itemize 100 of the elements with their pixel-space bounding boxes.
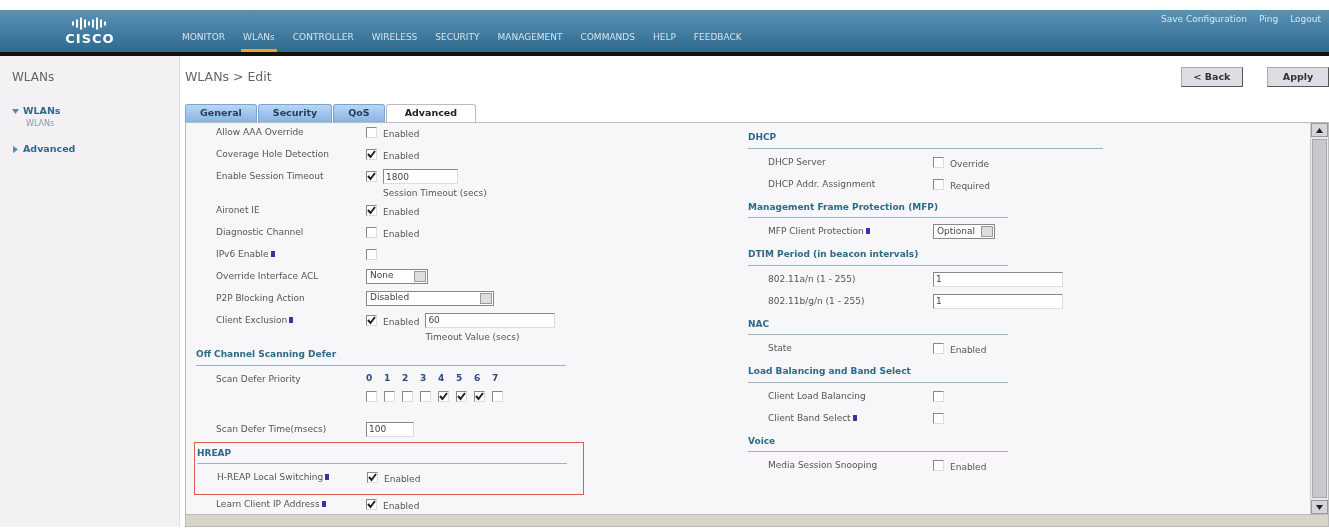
- section-heading: Off Channel Scanning Defer: [196, 344, 566, 366]
- checkbox[interactable]: [438, 391, 449, 402]
- sidebar-item-label: WLANs: [23, 104, 61, 118]
- checkbox-label: Required: [950, 179, 991, 193]
- field-caption: Timeout Value (secs): [425, 330, 521, 344]
- action-button[interactable]: < Back: [1181, 66, 1243, 88]
- checkbox[interactable]: [384, 391, 395, 402]
- field-label: Enable Session Timeout: [216, 170, 324, 183]
- field-label: Client Load Balancing: [768, 389, 866, 403]
- tab[interactable]: General: [185, 104, 257, 122]
- select-field[interactable]: Disabled: [366, 290, 494, 306]
- tab[interactable]: QoS: [333, 104, 385, 122]
- checkbox-label: Enabled: [384, 473, 421, 486]
- checkbox[interactable]: [366, 149, 377, 160]
- header-link[interactable]: Logout: [1290, 13, 1321, 30]
- checkbox[interactable]: [366, 314, 377, 326]
- checkbox[interactable]: [366, 248, 377, 260]
- checkbox[interactable]: [933, 390, 944, 402]
- input-field[interactable]: 1: [933, 293, 1063, 309]
- checkbox-label: Enabled: [950, 461, 987, 474]
- vertical-scrollbar[interactable]: [1310, 123, 1328, 514]
- menu-tab[interactable]: MONITOR: [180, 30, 228, 52]
- field-label: DHCP Addr. Assignment: [768, 177, 876, 191]
- checkbox-label: Enabled: [383, 150, 420, 163]
- field-label: Client Band Select: [768, 411, 851, 425]
- menu-tab[interactable]: WIRELESS: [369, 30, 420, 52]
- scroll-up-icon[interactable]: [1316, 127, 1323, 133]
- tab[interactable]: Security: [257, 104, 333, 122]
- field-label: Scan Defer Priority: [216, 372, 301, 386]
- checkbox[interactable]: [402, 391, 413, 402]
- field-label: Allow AAA Override: [216, 126, 304, 139]
- input-field[interactable]: 100: [366, 421, 414, 437]
- field-label: Learn Client IP Address: [216, 498, 320, 511]
- menu-tab[interactable]: HELP: [650, 30, 678, 52]
- checkbox-label: Enabled: [383, 500, 420, 513]
- menu-tab[interactable]: FEEDBACK: [691, 30, 744, 52]
- priority-number: 5: [456, 371, 464, 385]
- header-link[interactable]: Save Configuration: [1161, 13, 1247, 30]
- section-heading: NAC: [748, 313, 1008, 335]
- checkbox[interactable]: [492, 391, 503, 402]
- priority-number: 4: [438, 371, 446, 385]
- field-label: H-REAP Local Switching: [217, 471, 324, 484]
- select-field[interactable]: Optional: [933, 224, 995, 239]
- field-label: Override Interface ACL: [216, 269, 319, 283]
- field-label: MFP Client Protection: [768, 225, 864, 238]
- priority-number: 0: [366, 371, 374, 385]
- field-label: IPv6 Enable: [216, 247, 269, 261]
- priority-number: 2: [402, 371, 410, 385]
- action-button[interactable]: Apply: [1267, 66, 1329, 88]
- page-title: WLANs > Edit: [185, 67, 273, 86]
- checkbox[interactable]: [366, 499, 377, 510]
- sidebar-item[interactable]: Advanced: [12, 142, 179, 157]
- field-label: Diagnostic Channel: [216, 225, 304, 239]
- sidebar-subitem[interactable]: WLANs: [26, 119, 55, 129]
- checkbox[interactable]: [456, 391, 467, 402]
- priority-number: 3: [420, 371, 428, 385]
- checkbox[interactable]: [366, 204, 377, 216]
- field-label: DHCP Server: [768, 155, 826, 169]
- checkbox[interactable]: [366, 127, 377, 138]
- logo-text: CISCO: [65, 32, 115, 45]
- input-field[interactable]: 1: [933, 271, 1063, 287]
- checkbox[interactable]: [933, 343, 944, 354]
- priority-number: 6: [474, 371, 482, 385]
- field-label: Coverage Hole Detection: [216, 148, 329, 161]
- checkbox-label: Enabled: [383, 315, 420, 329]
- menu-tab[interactable]: COMMANDS: [578, 30, 637, 52]
- checkbox[interactable]: [366, 391, 377, 402]
- scroll-down-icon[interactable]: [1316, 504, 1323, 510]
- section-heading: Load Balancing and Band Select: [748, 361, 1008, 383]
- checkbox-label: Enabled: [383, 205, 420, 219]
- checkbox-label: Enabled: [383, 128, 420, 141]
- sidebar-item-label: Advanced: [23, 142, 76, 157]
- checkbox[interactable]: [933, 178, 944, 190]
- checkbox[interactable]: [366, 171, 377, 182]
- sidebar-item[interactable]: WLANs: [12, 104, 179, 119]
- checkbox[interactable]: [366, 226, 377, 238]
- tab[interactable]: Advanced: [385, 104, 477, 122]
- checkbox[interactable]: [933, 156, 944, 168]
- select-field[interactable]: None: [366, 268, 428, 284]
- menu-tab[interactable]: MANAGEMENT: [495, 30, 565, 52]
- input-field[interactable]: 1800: [383, 169, 458, 184]
- checkbox[interactable]: [367, 472, 378, 483]
- cisco-logo-icon: [71, 17, 109, 30]
- menu-tab[interactable]: SECURITY: [433, 30, 482, 52]
- checkbox[interactable]: [933, 460, 944, 471]
- section-heading: DHCP: [748, 127, 1103, 149]
- menu-tab[interactable]: WLANs: [241, 30, 277, 52]
- input-field[interactable]: 60: [425, 312, 556, 328]
- checkbox-label: Override: [950, 157, 989, 171]
- checkbox[interactable]: [933, 412, 944, 424]
- field-label: Client Exclusion: [216, 313, 288, 327]
- field-label: 802.11b/g/n (1 - 255): [768, 294, 865, 308]
- menu-tab[interactable]: CONTROLLER: [290, 30, 356, 52]
- section-heading: DTIM Period (in beacon intervals): [748, 244, 1008, 266]
- section-heading: Management Frame Protection (MFP): [748, 196, 1008, 218]
- horizontal-scrollbar[interactable]: [186, 514, 1328, 526]
- checkbox[interactable]: [474, 391, 485, 402]
- checkbox[interactable]: [420, 391, 431, 402]
- header-link[interactable]: Ping: [1259, 13, 1279, 30]
- field-label: State: [768, 342, 792, 355]
